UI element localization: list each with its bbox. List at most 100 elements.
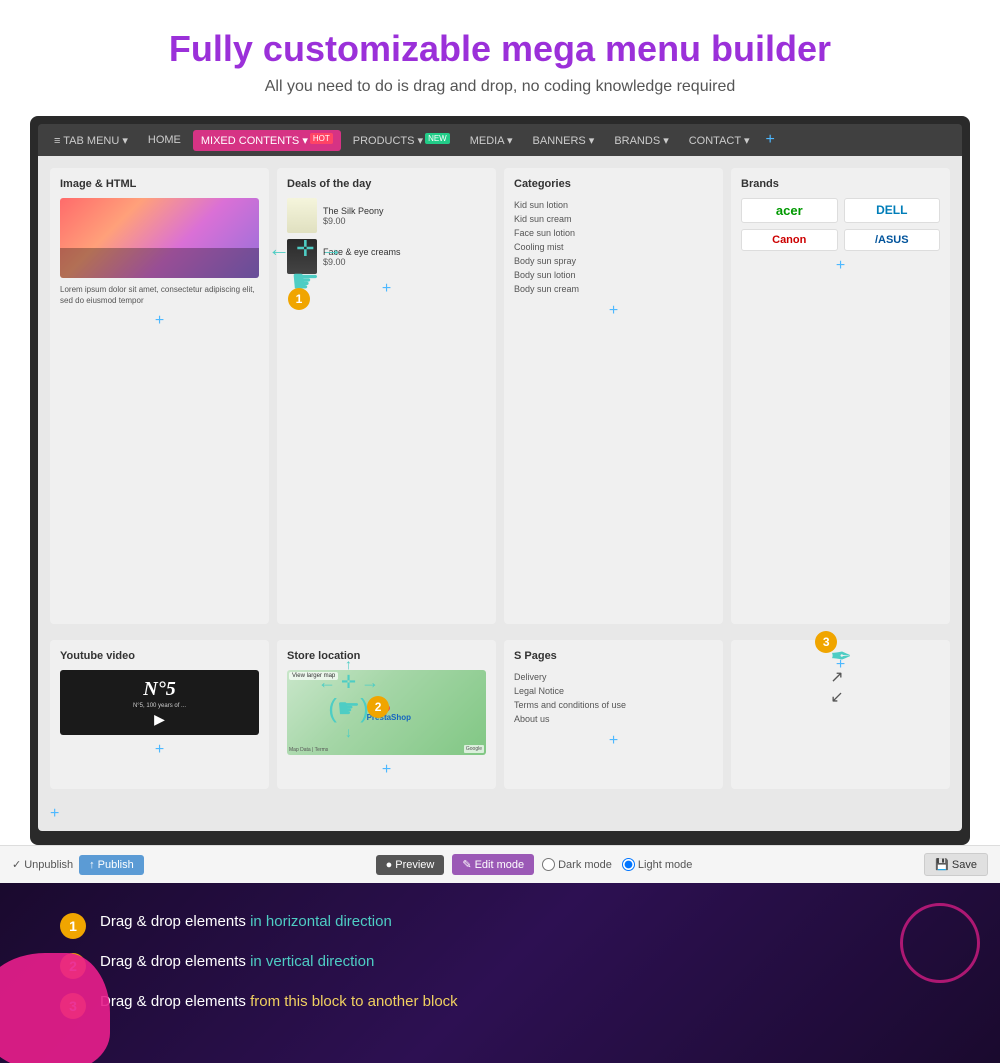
save-label: Save: [952, 859, 977, 871]
col-image-html: Image & HTML Lorem ipsum dolor sit amet,…: [50, 168, 269, 624]
col-youtube-title: Youtube video: [60, 650, 259, 662]
col-youtube: Youtube video N°5 N°5, 100 years of ... …: [50, 640, 269, 789]
light-mode-radio[interactable]: Light mode: [622, 858, 692, 871]
nav-banners[interactable]: BANNERS ▾: [525, 130, 603, 151]
toolbar-left: ✓ Unpublish ↑ Publish: [12, 855, 144, 875]
monitor-wrapper: ≡ TAB MENU ▾ HOME MIXED CONTENTS ▾HOT PR…: [30, 116, 970, 845]
product-1-name: The Silk Peony: [323, 206, 384, 216]
nav-mixed-contents[interactable]: MIXED CONTENTS ▾HOT: [193, 130, 341, 151]
mode-radio-group: Dark mode Light mode: [542, 858, 692, 871]
publish-label: Publish: [98, 859, 134, 871]
main-title: Fully customizable mega menu builder: [20, 28, 980, 70]
product-2-info: Face & eye creams $9.00: [323, 247, 401, 267]
save-icon: 💾: [935, 858, 949, 871]
toolbar-center: ● Preview ✎ Edit mode Dark mode Light mo…: [152, 854, 917, 875]
lorem-text: Lorem ipsum dolor sit amet, consectetur …: [60, 284, 259, 306]
brand-asus: /ASUS: [844, 229, 941, 251]
cat-7: Body sun cream: [514, 282, 713, 296]
mega-menu-bottom-row: Youtube video N°5 N°5, 100 years of ... …: [38, 636, 962, 801]
nav-tab-menu[interactable]: ≡ TAB MENU ▾: [46, 130, 136, 151]
col-pages: S Pages Delivery Legal Notice Terms and …: [504, 640, 723, 789]
page-terms: Terms and conditions of use: [514, 698, 713, 712]
feature-item-3: 3 Drag & drop elements from this block t…: [60, 993, 940, 1019]
feature-item-2: 2 Drag & drop elements in vertical direc…: [60, 953, 940, 979]
col-store-title: Store location: [287, 650, 486, 662]
product-2-price: $9.00: [323, 257, 401, 267]
product-thumb-1: [287, 198, 317, 233]
preview-label: Preview: [395, 859, 434, 871]
publish-button[interactable]: ↑ Publish: [79, 855, 144, 875]
nav-media[interactable]: MEDIA ▾: [462, 130, 521, 151]
col-deals: Deals of the day The Silk Peony $9.00 Fa…: [277, 168, 496, 624]
blob-left: [0, 953, 110, 1063]
edit-mode-label: Edit mode: [475, 859, 525, 871]
nav-products[interactable]: PRODUCTS ▾NEW: [345, 130, 458, 151]
col2-title: Deals of the day: [287, 178, 486, 190]
col-pages-title: S Pages: [514, 650, 713, 662]
nav-bar: ≡ TAB MENU ▾ HOME MIXED CONTENTS ▾HOT PR…: [38, 124, 962, 156]
upload-icon: ↑: [89, 859, 95, 871]
row-add-button[interactable]: +: [50, 805, 950, 823]
cat-3: Face sun lotion: [514, 226, 713, 240]
product-1: The Silk Peony $9.00: [287, 198, 486, 233]
col4-add-button[interactable]: +: [741, 257, 940, 275]
hot-badge: HOT: [310, 133, 333, 144]
feature-text-1: Drag & drop elements in horizontal direc…: [100, 913, 392, 930]
brand-dell: DELL: [844, 198, 941, 223]
subtitle: All you need to do is drag and drop, no …: [20, 78, 980, 96]
cat-2: Kid sun cream: [514, 212, 713, 226]
unpublish-label: Unpublish: [24, 859, 73, 871]
edit-mode-button[interactable]: ✎ Edit mode: [452, 854, 534, 875]
page-about: About us: [514, 712, 713, 726]
brand-canon: Canon: [741, 229, 838, 251]
light-mode-input[interactable]: [622, 858, 635, 871]
product-1-info: The Silk Peony $9.00: [323, 206, 384, 226]
image-placeholder: [60, 198, 259, 278]
save-button[interactable]: 💾 Save: [924, 853, 988, 876]
mega-menu-top-row: Image & HTML Lorem ipsum dolor sit amet,…: [38, 156, 962, 636]
col-youtube-add-button[interactable]: +: [60, 741, 259, 759]
col-store-location: Store location View larger map 📍 Google …: [277, 640, 496, 789]
toolbar-right: 💾 Save: [924, 853, 988, 876]
cat-6: Body sun lotion: [514, 268, 713, 282]
page-delivery: Delivery: [514, 670, 713, 684]
check-icon: ✓: [12, 858, 21, 871]
nav-contact[interactable]: CONTACT ▾: [681, 130, 758, 151]
col1-add-button[interactable]: +: [60, 312, 259, 330]
video-thumb-inner: N°5 N°5, 100 years of ... ▶: [133, 670, 186, 735]
product-2: Face & eye creams $9.00: [287, 239, 486, 274]
pencil-icon: ✎: [462, 858, 471, 871]
monitor-screen: ≡ TAB MENU ▾ HOME MIXED CONTENTS ▾HOT PR…: [38, 124, 962, 831]
col3-add-button[interactable]: +: [514, 302, 713, 320]
cat-4: Cooling mist: [514, 240, 713, 254]
brand-acer: acer: [741, 198, 838, 223]
eye-icon: ●: [386, 859, 393, 871]
preview-button[interactable]: ● Preview: [376, 855, 445, 875]
feature-text-3: Drag & drop elements from this block to …: [100, 993, 458, 1010]
features-section: 1 Drag & drop elements in horizontal dir…: [0, 883, 1000, 1063]
unpublish-button[interactable]: ✓ Unpublish: [12, 858, 73, 871]
product-2-name: Face & eye creams: [323, 247, 401, 257]
col-pages-add-button[interactable]: +: [514, 732, 713, 750]
nav-brands[interactable]: BRANDS ▾: [606, 130, 676, 151]
product-1-price: $9.00: [323, 216, 384, 226]
feature-text-2: Drag & drop elements in vertical directi…: [100, 953, 374, 970]
col4-title: Brands: [741, 178, 940, 190]
col3-title: Categories: [514, 178, 713, 190]
page-legal: Legal Notice: [514, 684, 713, 698]
col-categories: Categories Kid sun lotion Kid sun cream …: [504, 168, 723, 624]
col-empty: +: [731, 640, 950, 789]
nav-plus-icon[interactable]: +: [765, 131, 774, 149]
toolbar: ✓ Unpublish ↑ Publish ● Preview ✎ Edit m…: [0, 845, 1000, 883]
col2-add-button[interactable]: +: [287, 280, 486, 298]
dark-mode-radio[interactable]: Dark mode: [542, 858, 612, 871]
brands-grid: acer DELL Canon /ASUS: [741, 198, 940, 251]
video-thumbnail[interactable]: N°5 N°5, 100 years of ... ▶: [60, 670, 259, 735]
col-brands: Brands acer DELL Canon /ASUS +: [731, 168, 950, 624]
dark-mode-input[interactable]: [542, 858, 555, 871]
col-store-add-button[interactable]: +: [287, 761, 486, 779]
cat-1: Kid sun lotion: [514, 198, 713, 212]
col-empty-add-button[interactable]: +: [741, 656, 940, 674]
nav-home[interactable]: HOME: [140, 130, 189, 150]
cat-5: Body sun spray: [514, 254, 713, 268]
